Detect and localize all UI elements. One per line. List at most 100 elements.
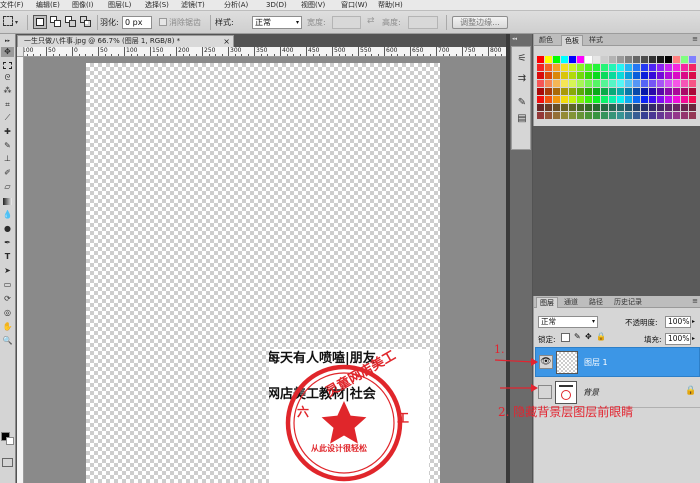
color-swatch[interactable]	[633, 96, 640, 103]
color-swatch[interactable]	[585, 96, 592, 103]
blend-mode-select[interactable]: 正常 ▾	[538, 316, 598, 328]
color-swatch[interactable]	[617, 96, 624, 103]
color-swatch[interactable]	[601, 112, 608, 119]
color-swatch[interactable]	[617, 80, 624, 87]
color-swatch[interactable]	[625, 64, 632, 71]
menu-3d[interactable]: 3D(D)	[266, 0, 287, 11]
color-swatch[interactable]	[601, 104, 608, 111]
intersect-selection-icon[interactable]	[79, 15, 93, 29]
subtract-from-selection-icon[interactable]	[64, 15, 78, 29]
color-swatch[interactable]	[633, 64, 640, 71]
tab-color[interactable]: 颜色	[536, 35, 556, 46]
horizontal-ruler[interactable]: 1005005010015020025030035040045050055060…	[24, 47, 506, 57]
color-swatch[interactable]	[569, 112, 576, 119]
color-swatch[interactable]	[617, 56, 624, 63]
color-swatch[interactable]	[641, 64, 648, 71]
color-swatch[interactable]	[545, 88, 552, 95]
color-swatch[interactable]	[681, 104, 688, 111]
color-swatch[interactable]	[625, 88, 632, 95]
color-swatch[interactable]	[681, 64, 688, 71]
color-swatch[interactable]	[649, 56, 656, 63]
color-swatch[interactable]	[689, 56, 696, 63]
color-swatch[interactable]	[537, 96, 544, 103]
color-swatch[interactable]	[617, 104, 624, 111]
color-swatch[interactable]	[585, 72, 592, 79]
color-swatch[interactable]	[601, 64, 608, 71]
color-swatch[interactable]	[665, 80, 672, 87]
refine-edge-button[interactable]: 调整边缘...	[452, 16, 508, 29]
menu-window[interactable]: 窗口(W)	[341, 0, 367, 11]
color-swatch[interactable]	[681, 112, 688, 119]
pen-tool-icon[interactable]: ✒	[1, 238, 14, 248]
color-swatch[interactable]	[585, 112, 592, 119]
color-swatch[interactable]	[633, 88, 640, 95]
feather-input[interactable]: 0 px	[122, 16, 152, 29]
tab-layers[interactable]: 图层	[536, 297, 558, 308]
rect-marquee-tool-icon[interactable]	[1, 60, 14, 70]
color-swatch[interactable]	[609, 112, 616, 119]
color-swatch[interactable]	[593, 56, 600, 63]
ruler-origin[interactable]	[17, 47, 24, 57]
color-swatch[interactable]	[641, 88, 648, 95]
color-swatch[interactable]	[537, 80, 544, 87]
width-input[interactable]	[332, 16, 361, 29]
new-selection-icon[interactable]	[33, 15, 47, 29]
color-swatch[interactable]	[649, 80, 656, 87]
color-swatch[interactable]	[673, 80, 680, 87]
color-swatch[interactable]	[609, 64, 616, 71]
color-swatch[interactable]	[561, 56, 568, 63]
marquee-tool-icon[interactable]	[3, 16, 13, 26]
history-icon[interactable]: ▤	[516, 113, 528, 125]
color-swatch[interactable]	[665, 88, 672, 95]
crop-tool-icon[interactable]: ⌗	[1, 100, 14, 110]
close-icon[interactable]: ×	[223, 36, 230, 47]
color-swatch[interactable]	[593, 96, 600, 103]
color-swatch[interactable]	[681, 80, 688, 87]
color-swatch[interactable]	[609, 56, 616, 63]
color-swatch[interactable]	[577, 56, 584, 63]
color-swatch[interactable]	[545, 56, 552, 63]
color-swatch[interactable]	[689, 72, 696, 79]
opacity-slider-icon[interactable]: ▸	[692, 318, 695, 325]
color-swatch[interactable]	[649, 88, 656, 95]
hand-tool-icon[interactable]: ✋	[1, 322, 14, 332]
color-swatch[interactable]	[649, 96, 656, 103]
lasso-tool-icon[interactable]: ᘓ	[1, 73, 14, 83]
color-swatch[interactable]	[665, 96, 672, 103]
color-swatch[interactable]	[585, 88, 592, 95]
color-swatch[interactable]	[585, 56, 592, 63]
color-swatch[interactable]	[577, 104, 584, 111]
color-swatch[interactable]	[625, 72, 632, 79]
menu-help[interactable]: 帮助(H)	[378, 0, 403, 11]
color-swatch[interactable]	[577, 88, 584, 95]
color-swatch[interactable]	[649, 104, 656, 111]
tab-styles[interactable]: 样式	[586, 35, 606, 46]
color-swatch[interactable]	[665, 56, 672, 63]
color-swatch[interactable]	[577, 96, 584, 103]
color-swatch[interactable]	[593, 104, 600, 111]
panel-collapse-icon[interactable]: ▸▸	[1, 36, 14, 46]
color-swatch[interactable]	[561, 64, 568, 71]
color-swatch[interactable]	[625, 96, 632, 103]
color-swatch[interactable]	[665, 64, 672, 71]
menu-analysis[interactable]: 分析(A)	[224, 0, 248, 11]
color-swatch[interactable]	[561, 96, 568, 103]
history-brush-tool-icon[interactable]: ✐	[1, 168, 14, 178]
menu-filter[interactable]: 滤镜(T)	[181, 0, 205, 11]
antialias-checkbox[interactable]	[159, 18, 167, 26]
color-swatch[interactable]	[561, 112, 568, 119]
tool-preset-dropdown-icon[interactable]: ▾	[15, 19, 18, 26]
color-swatch[interactable]	[617, 112, 624, 119]
move-tool-icon[interactable]: ✥	[1, 47, 14, 57]
color-swatch[interactable]	[593, 80, 600, 87]
color-swatch[interactable]	[569, 80, 576, 87]
eraser-tool-icon[interactable]: ▱	[1, 182, 14, 192]
color-swatch[interactable]	[649, 72, 656, 79]
color-swatch[interactable]	[657, 64, 664, 71]
color-swatch[interactable]	[545, 104, 552, 111]
color-swatch[interactable]	[673, 72, 680, 79]
lock-all-icon[interactable]: 🔒	[596, 332, 606, 341]
gradient-tool-icon[interactable]	[1, 196, 14, 206]
color-swatch[interactable]	[689, 88, 696, 95]
color-swatch[interactable]	[601, 80, 608, 87]
